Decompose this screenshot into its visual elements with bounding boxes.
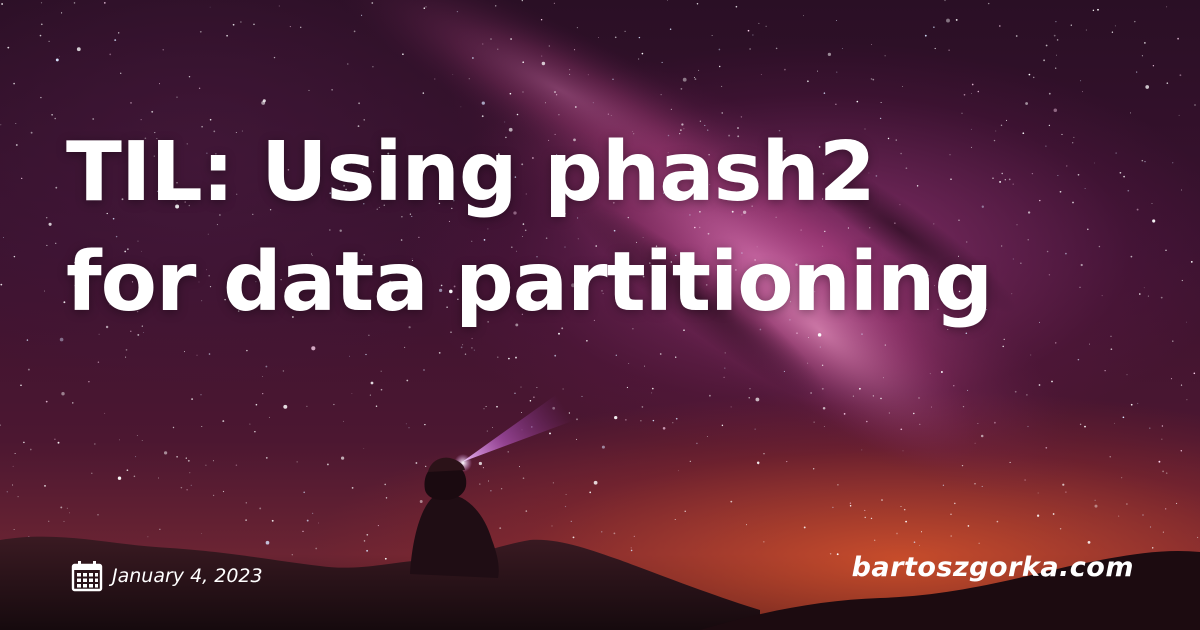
post-date-text: January 4, 2023 bbox=[112, 565, 263, 587]
social-card: TIL: Using phash2 for data partitioning … bbox=[0, 0, 1200, 630]
site-name[interactable]: bartoszgorka.com bbox=[852, 552, 1134, 583]
post-title: TIL: Using phash2 for data partitioning bbox=[66, 118, 1146, 338]
post-title-line-1: TIL: Using phash2 bbox=[66, 125, 876, 220]
calendar-icon bbox=[71, 561, 103, 592]
post-date: January 4, 2023 bbox=[70, 558, 263, 594]
post-title-line-2: for data partitioning bbox=[66, 235, 993, 330]
